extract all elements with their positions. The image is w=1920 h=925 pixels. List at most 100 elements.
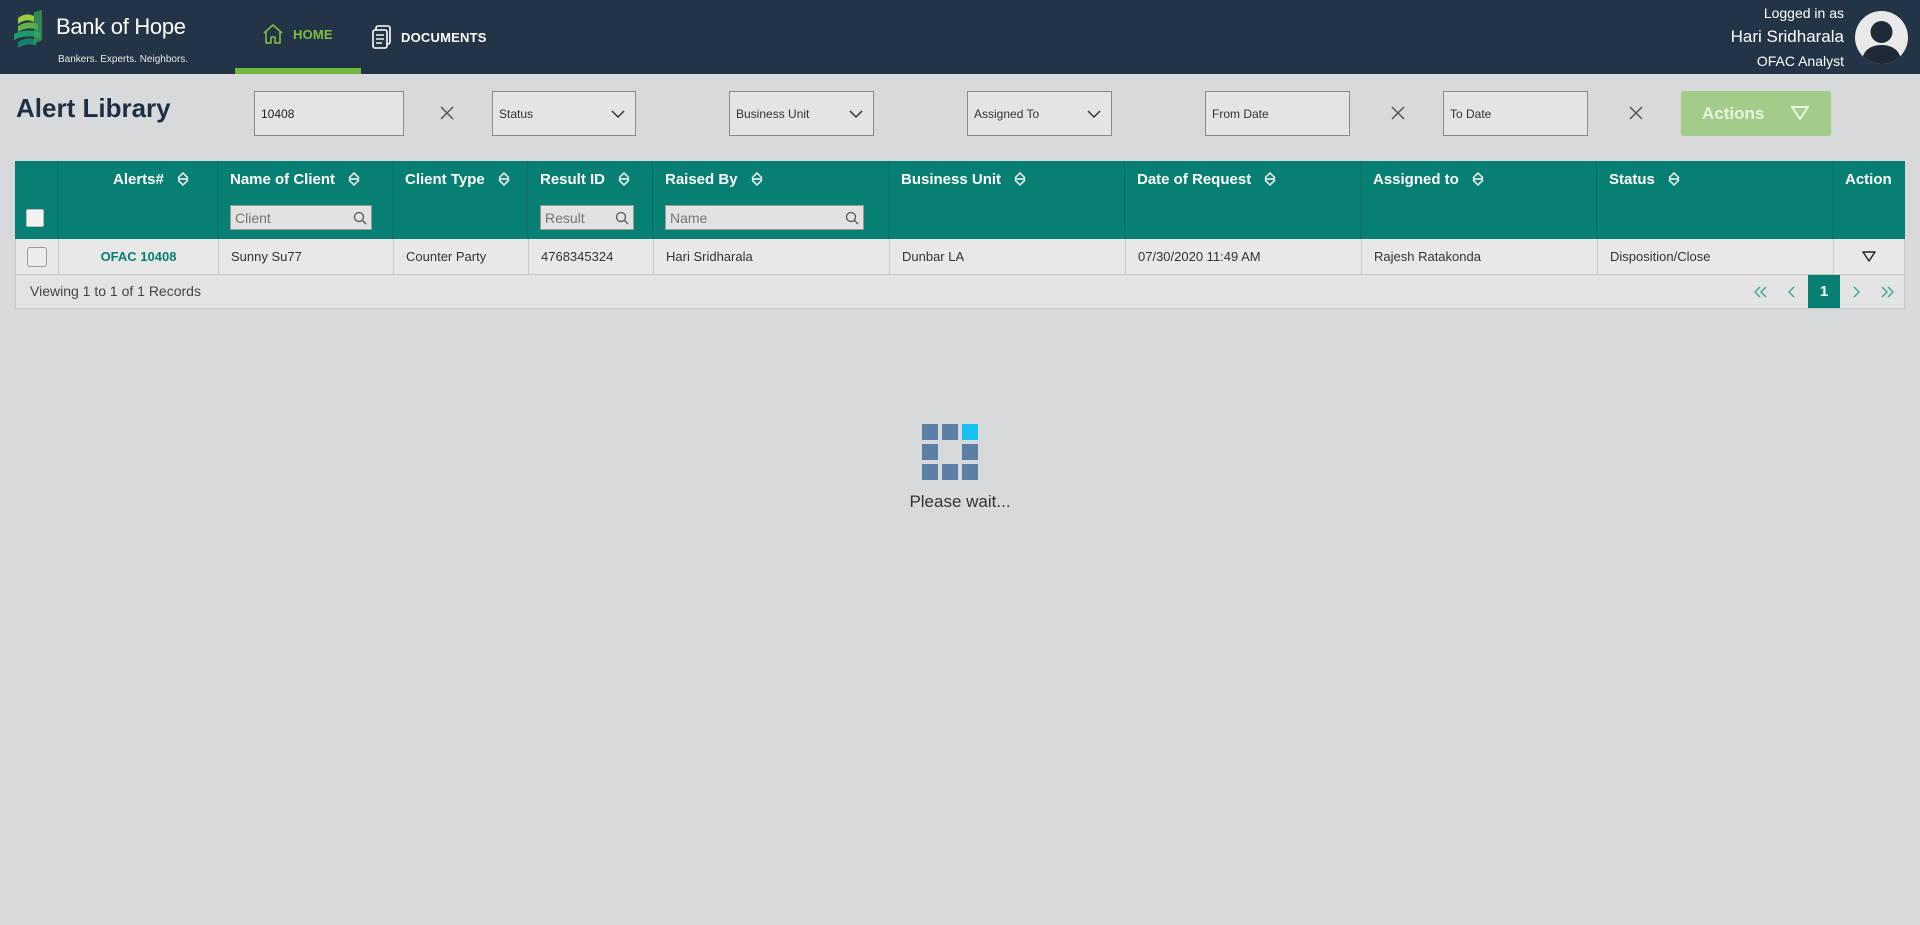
business-unit-select[interactable]: Business Unit: [729, 91, 874, 136]
business-unit-select-value: Business Unit: [736, 106, 810, 121]
user-name: Hari Sridharala: [1730, 27, 1844, 46]
result-search[interactable]: [540, 205, 634, 230]
col-alerts-label: Alerts#: [113, 171, 164, 188]
chevron-down-icon: [1087, 110, 1101, 119]
sort-icon[interactable]: [497, 171, 511, 187]
nav-documents[interactable]: DOCUMENTS: [371, 0, 491, 74]
col-business-unit[interactable]: Business Unit: [889, 161, 1125, 239]
home-icon: [263, 24, 283, 44]
client-search[interactable]: [230, 205, 372, 230]
col-status[interactable]: Status: [1597, 161, 1833, 239]
from-date-placeholder: From Date: [1212, 106, 1269, 121]
double-chevron-left-icon: [1754, 286, 1767, 297]
raised-by-search[interactable]: [665, 205, 864, 230]
last-page-button[interactable]: [1872, 275, 1904, 308]
cell-assigned-to: Rajesh Ratakonda: [1362, 239, 1598, 274]
alert-link[interactable]: OFAC 10408: [59, 239, 219, 274]
col-name-of-client-label: Name of Client: [230, 171, 336, 188]
col-status-label: Status: [1609, 171, 1655, 188]
avatar[interactable]: [1855, 11, 1908, 64]
clear-from-date-icon[interactable]: [1389, 104, 1407, 122]
alerts-table: Alerts# Name of Client Client Type Resul…: [15, 161, 1905, 309]
sort-icon[interactable]: [1263, 171, 1277, 187]
user-info: Logged in as Hari Sridharala OFAC Analys…: [1731, 4, 1844, 69]
sort-icon[interactable]: [1667, 171, 1681, 187]
actions-button[interactable]: Actions: [1681, 91, 1831, 136]
sort-icon[interactable]: [1013, 171, 1027, 187]
current-page-button[interactable]: 1: [1808, 275, 1840, 308]
actions-button-label: Actions: [1702, 103, 1765, 123]
to-date-placeholder: To Date: [1450, 106, 1492, 121]
search-icon[interactable]: [845, 211, 859, 225]
row-action-dropdown-icon[interactable]: [1862, 250, 1876, 263]
cell-client-type: Counter Party: [394, 239, 529, 274]
sort-icon[interactable]: [176, 171, 190, 187]
chevron-down-icon: [611, 110, 625, 119]
col-assigned-to[interactable]: Assigned to: [1361, 161, 1597, 239]
alert-search-field[interactable]: [261, 106, 397, 121]
documents-icon: [372, 25, 391, 49]
col-business-unit-label: Business Unit: [901, 171, 1002, 188]
loading-spinner-icon: [922, 424, 978, 480]
col-date-of-request[interactable]: Date of Request: [1125, 161, 1361, 239]
assigned-to-select-value: Assigned To: [974, 106, 1040, 121]
search-icon[interactable]: [615, 211, 629, 225]
col-raised-by-label: Raised By: [665, 171, 738, 188]
status-select[interactable]: Status: [492, 91, 636, 136]
user-role: OFAC Analyst: [1756, 53, 1844, 69]
row-select-cell: [16, 239, 59, 274]
col-action-label: Action: [1845, 171, 1892, 188]
sort-icon[interactable]: [617, 171, 631, 187]
nav-home-label: HOME: [293, 26, 333, 42]
result-search-input[interactable]: [545, 209, 615, 226]
col-result-id-label: Result ID: [540, 171, 606, 188]
select-all-cell: [15, 161, 58, 239]
table-footer: Viewing 1 to 1 of 1 Records 1: [15, 275, 1905, 309]
prev-page-button[interactable]: [1776, 275, 1808, 308]
chevron-left-icon: [1788, 286, 1795, 297]
sort-icon[interactable]: [750, 171, 764, 187]
next-page-button[interactable]: [1840, 275, 1872, 308]
cell-raised-by: Hari Sridharala: [654, 239, 890, 274]
col-client-type[interactable]: Client Type: [393, 161, 528, 239]
cell-client: Sunny Su77: [219, 239, 394, 274]
nav-home[interactable]: HOME: [235, 0, 361, 74]
clear-search-icon[interactable]: [438, 104, 456, 122]
alert-search-input[interactable]: [254, 91, 404, 136]
col-client-type-label: Client Type: [405, 171, 485, 188]
assigned-to-select[interactable]: Assigned To: [967, 91, 1112, 136]
top-navigation-bar: Bank of Hope Bankers. Experts. Neighbors…: [0, 0, 1920, 74]
nav-documents-label: DOCUMENTS: [401, 29, 487, 45]
chevron-right-icon: [1853, 286, 1860, 297]
select-all-checkbox[interactable]: [26, 209, 44, 227]
to-date-input[interactable]: To Date: [1443, 91, 1588, 136]
from-date-input[interactable]: From Date: [1205, 91, 1350, 136]
col-date-of-request-label: Date of Request: [1137, 171, 1252, 188]
pagination: 1: [1744, 275, 1904, 308]
sort-icon[interactable]: [347, 171, 361, 187]
page-title: Alert Library: [16, 93, 171, 123]
row-action-cell: [1834, 239, 1904, 274]
loading-message: Please wait...: [909, 492, 1011, 511]
search-icon[interactable]: [353, 211, 367, 225]
clear-to-date-icon[interactable]: [1627, 104, 1645, 122]
records-summary: Viewing 1 to 1 of 1 Records: [30, 283, 201, 299]
client-search-input[interactable]: [235, 209, 353, 226]
row-checkbox[interactable]: [27, 246, 47, 267]
col-name-of-client[interactable]: Name of Client: [218, 161, 393, 239]
logged-in-label: Logged in as: [1763, 5, 1844, 21]
col-result-id[interactable]: Result ID: [528, 161, 653, 239]
table-row[interactable]: OFAC 10408 Sunny Su77 Counter Party 4768…: [15, 239, 1905, 275]
first-page-button[interactable]: [1744, 275, 1776, 308]
raised-by-search-input[interactable]: [670, 209, 845, 226]
brand-name: Bank of Hope: [56, 14, 186, 39]
sort-icon[interactable]: [1471, 171, 1485, 187]
brand-tagline: Bankers. Experts. Neighbors.: [58, 54, 189, 65]
col-raised-by[interactable]: Raised By: [653, 161, 889, 239]
bank-logo-mark-icon: [14, 10, 42, 48]
col-alerts[interactable]: Alerts#: [58, 161, 218, 239]
bank-logo[interactable]: Bank of Hope Bankers. Experts. Neighbors…: [14, 8, 194, 68]
cell-result-id: 4768345324: [529, 239, 654, 274]
col-assigned-to-label: Assigned to: [1373, 171, 1459, 188]
caret-down-icon: [1791, 106, 1809, 120]
